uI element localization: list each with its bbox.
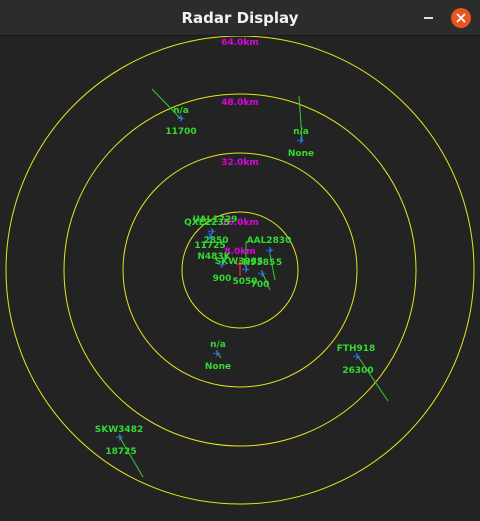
- aircraft-target[interactable]: ✈ n/a None: [205, 340, 231, 372]
- heading-line: [356, 354, 389, 402]
- minimize-icon: [423, 17, 433, 19]
- range-label-64km: 64.0km: [221, 38, 259, 48]
- aircraft-altitude: 26300: [342, 366, 373, 376]
- aircraft-callsign: n/a: [210, 340, 226, 350]
- radar-canvas[interactable]: 8.0km 16.0km 32.0km 48.0km 64.0km ✈ n/a …: [0, 35, 480, 517]
- aircraft-target[interactable]: ✈ n/a None: [288, 95, 314, 159]
- aircraft-callsign: SKW3482: [95, 425, 143, 435]
- minimize-button[interactable]: [418, 8, 438, 28]
- title-bar[interactable]: Radar Display: [0, 0, 480, 36]
- aircraft-altitude: 5: [276, 258, 282, 268]
- aircraft-callsign: n/a: [293, 127, 309, 137]
- aircraft-callsign: QXE2235: [184, 218, 230, 228]
- aircraft-altitude: 11700: [165, 127, 196, 137]
- close-button[interactable]: [451, 8, 471, 28]
- range-label-32km: 32.0km: [221, 158, 259, 168]
- window-title: Radar Display: [181, 8, 299, 27]
- aircraft-altitude: 900: [213, 274, 232, 284]
- aircraft-altitude: 18725: [105, 447, 136, 457]
- aircraft-symbol: ✈: [258, 269, 266, 280]
- aircraft-callsign: AAL2830: [247, 236, 292, 246]
- aircraft-symbol: ✈: [213, 349, 221, 360]
- aircraft-callsign: FTH918: [337, 344, 376, 354]
- range-label-48km: 48.0km: [221, 98, 259, 108]
- aircraft-target[interactable]: ✈ SKW3482 18725: [95, 425, 144, 478]
- aircraft-altitude: None: [288, 149, 314, 159]
- aircraft-altitude: 11725: [194, 241, 225, 251]
- aircraft-symbol: ✈: [266, 246, 274, 257]
- aircraft-target[interactable]: ✈ n/a 11700: [151, 88, 197, 137]
- aircraft-symbol: ✈: [297, 136, 305, 147]
- aircraft-altitude: 700: [251, 280, 270, 290]
- aircraft-target[interactable]: ✈ FTH918 26300: [337, 344, 389, 402]
- close-icon: [456, 13, 466, 23]
- radar-scope: 8.0km 16.0km 32.0km 48.0km 64.0km ✈ n/a …: [5, 35, 475, 505]
- aircraft-callsign: N9385: [243, 258, 276, 268]
- aircraft-altitude: None: [205, 362, 231, 372]
- aircraft-target[interactable]: ✈ QXE2235 11725: [184, 218, 230, 251]
- aircraft-callsign: n/a: [173, 106, 189, 116]
- radar-window: Radar Display 8.0km 16.0km 32.0km 48.0km…: [0, 0, 480, 517]
